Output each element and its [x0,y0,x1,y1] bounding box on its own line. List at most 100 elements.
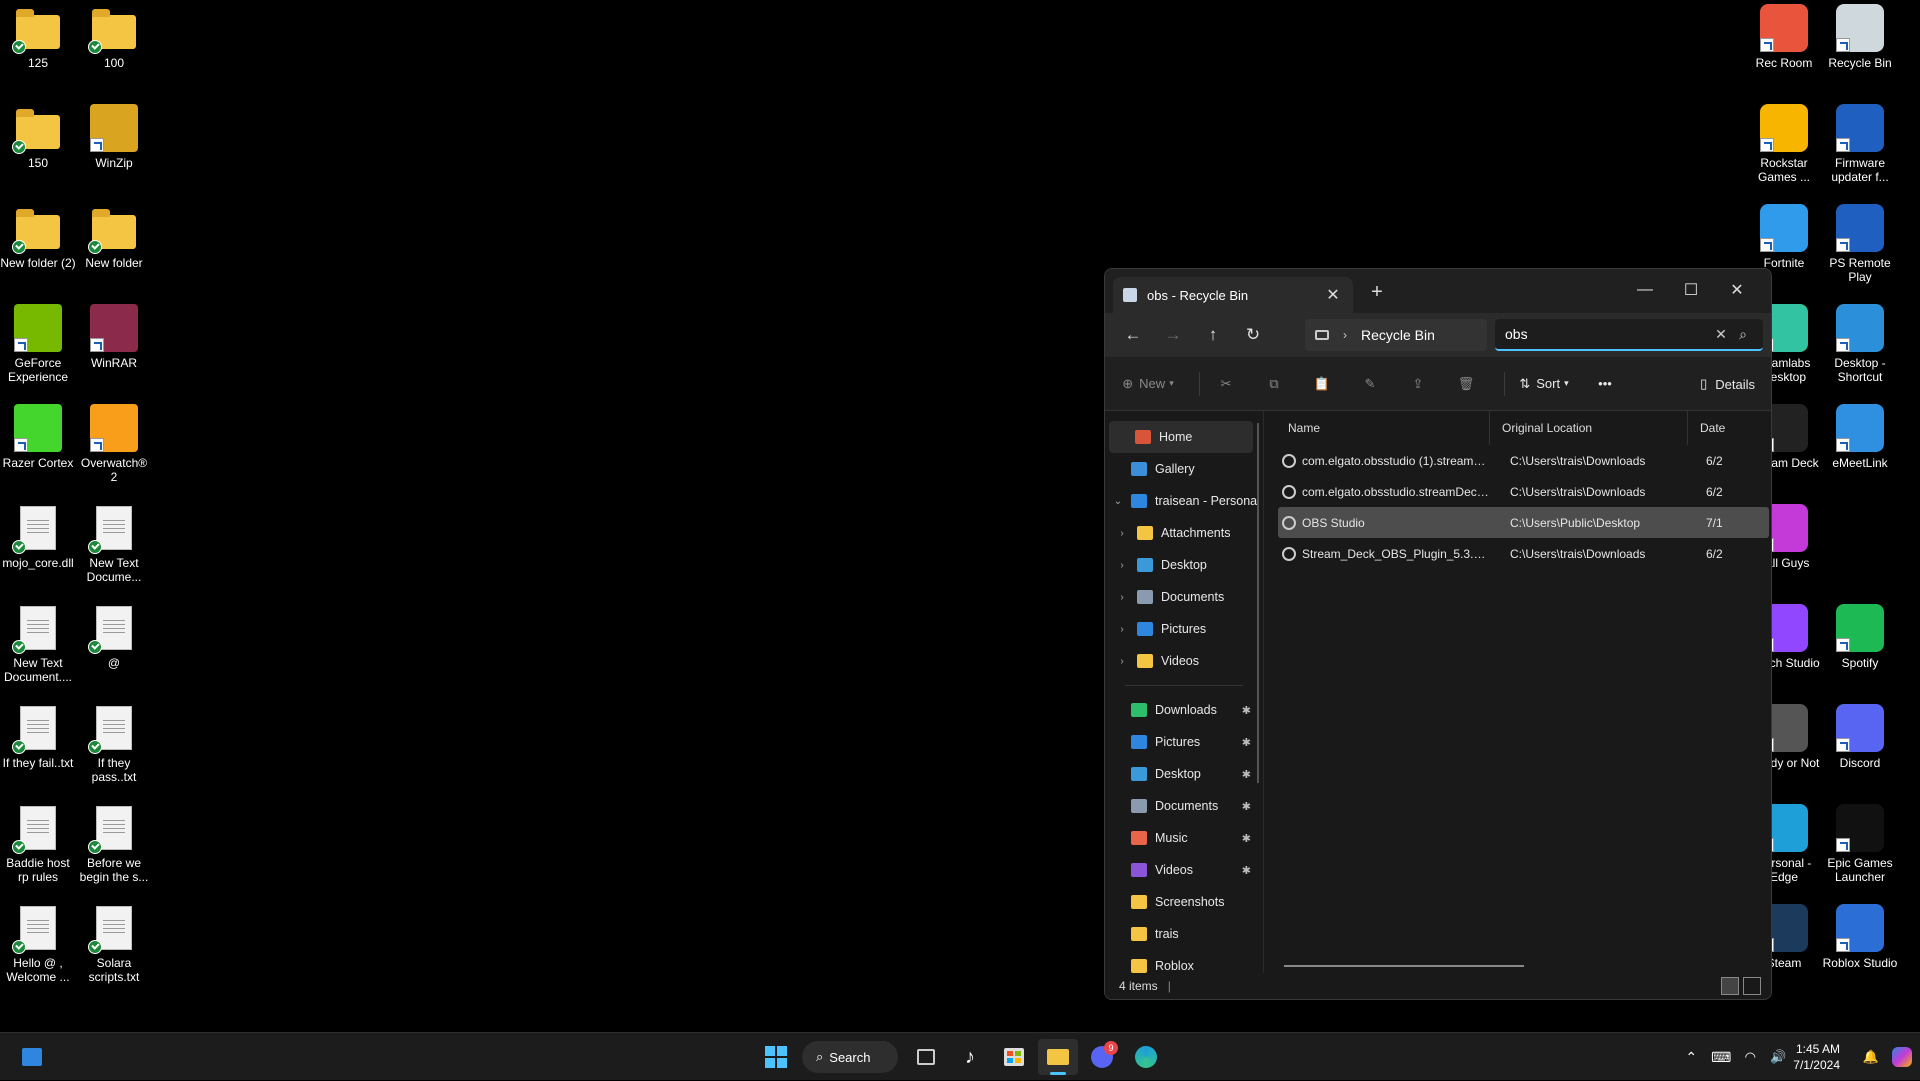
desktop-icon-item[interactable]: Solara scripts.txt [76,904,152,984]
desktop-icon-item[interactable]: WinRAR [76,304,152,370]
sidebar-item[interactable]: › Documents [1105,581,1263,613]
file-row[interactable]: com.elgato.obsstudio (1).streamDe... C:\U… [1278,445,1769,476]
paste-icon[interactable]: 📋 [1304,368,1340,400]
copy-icon[interactable]: ⧉ [1256,368,1292,400]
sidebar-item[interactable]: Desktop ✱ [1105,758,1263,790]
sidebar-item[interactable]: Downloads ✱ [1105,694,1263,726]
file-row[interactable]: com.elgato.obsstudio.streamDeck... C:\Use… [1278,476,1769,507]
notification-bell-icon[interactable]: 🔔 [1858,1049,1884,1065]
details-button[interactable]: ▯ Details [1700,368,1755,400]
desktop-icon-item[interactable]: Roblox Studio [1822,904,1898,970]
keyboard-icon[interactable]: ⌨ [1705,1049,1737,1066]
sidebar-item[interactable]: › Videos [1105,645,1263,677]
desktop-icon-item[interactable]: If they fail..txt [0,704,76,770]
desktop-icon-item[interactable]: Epic Games Launcher [1822,804,1898,884]
column-original-location[interactable]: Original Location [1492,411,1688,445]
sidebar-item[interactable]: › Attachments [1105,517,1263,549]
desktop-icon-item[interactable]: New Text Docume... [76,504,152,584]
chevron-right-icon[interactable]: › [1115,656,1129,667]
sidebar-item[interactable]: › Desktop [1105,549,1263,581]
file-row[interactable]: OBS Studio C:\Users\Public\Desktop 7/1 [1278,507,1769,538]
new-tab-button[interactable]: + [1365,281,1389,304]
new-button[interactable]: ⊕ New ▾ [1117,368,1179,400]
desktop-icon-item[interactable]: New Text Document.... [0,604,76,684]
chevron-right-icon[interactable]: › [1115,624,1129,635]
column-name[interactable]: Name [1278,411,1490,445]
desktop-icon-item[interactable]: Firmware updater f... [1822,104,1898,184]
details-view-icon[interactable] [1721,977,1739,995]
desktop-icon-item[interactable]: 150 [0,104,76,170]
chevron-down-icon[interactable]: ⌄ [1111,496,1125,507]
desktop-icon-item[interactable]: New folder [76,204,152,270]
close-tab-icon[interactable]: ✕ [1323,285,1343,305]
breadcrumb-recycle-bin[interactable]: Recycle Bin [1361,327,1435,343]
desktop-icon-item[interactable]: 125 [0,4,76,70]
sidebar-item[interactable]: Music ✱ [1105,822,1263,854]
volume-icon[interactable]: 🔊 [1763,1049,1793,1065]
desktop-icon-item[interactable]: Baddie host rp rules [0,804,76,884]
back-button[interactable]: ← [1113,319,1153,351]
maximize-button[interactable]: ☐ [1669,275,1713,305]
clear-search-icon[interactable]: ✕ [1709,326,1733,343]
chevron-right-icon[interactable]: › [1115,592,1129,603]
cut-icon[interactable]: ✂ [1208,368,1244,400]
sidebar-item[interactable]: ⌄ traisean - Persona [1105,485,1263,517]
wifi-icon[interactable]: ◠ [1737,1049,1763,1065]
close-window-button[interactable]: ✕ [1715,275,1759,305]
tiktok-icon[interactable]: ♪ [950,1039,990,1075]
column-date[interactable]: Date [1690,411,1730,445]
sidebar-item[interactable]: Pictures ✱ [1105,726,1263,758]
clock[interactable]: 1:45 AM 7/1/2024 [1793,1041,1840,1073]
sidebar-item[interactable]: Screenshots [1105,886,1263,918]
task-view-icon[interactable] [906,1039,946,1075]
desktop-icon-item[interactable]: @ [76,604,152,670]
tab-recycle-bin[interactable]: obs - Recycle Bin ✕ [1113,277,1353,313]
chevron-up-icon[interactable]: ⌃ [1677,1049,1705,1066]
sort-button[interactable]: ⇅ Sort ▾ [1513,368,1575,400]
widgets-icon[interactable] [12,1039,52,1075]
microsoft-store-icon[interactable] [994,1039,1034,1075]
up-button[interactable]: ↑ [1193,319,1233,351]
edge-taskbar-icon[interactable] [1126,1039,1166,1075]
desktop-icon-item[interactable]: Razer Cortex [0,404,76,470]
sidebar-item[interactable]: Roblox [1105,950,1263,973]
refresh-button[interactable]: ↻ [1233,319,1273,351]
sidebar-item[interactable]: trais [1105,918,1263,950]
desktop-icon-item[interactable]: WinZip [76,104,152,170]
file-row[interactable]: Stream_Deck_OBS_Plugin_5.3.2.35.... C:\Us… [1278,538,1769,569]
sidebar-item[interactable]: Videos ✱ [1105,854,1263,886]
minimize-button[interactable]: — [1623,275,1667,305]
desktop-icon-item[interactable]: 100 [76,4,152,70]
search-icon[interactable]: ⌕ [1733,326,1753,343]
discord-taskbar-icon[interactable]: 9 [1082,1039,1122,1075]
desktop-icon-item[interactable]: PS Remote Play [1822,204,1898,284]
desktop-icon-item[interactable]: Fortnite [1746,204,1822,270]
share-icon[interactable]: ⇪ [1400,368,1436,400]
forward-button[interactable]: → [1153,319,1193,351]
chevron-right-icon[interactable]: › [1115,560,1129,571]
desktop-icon-item[interactable]: Rec Room [1746,4,1822,70]
desktop-icon-item[interactable]: Desktop - Shortcut [1822,304,1898,384]
desktop-icon-item[interactable]: Rockstar Games ... [1746,104,1822,184]
desktop-icon-item[interactable]: New folder (2) [0,204,76,270]
desktop-icon-item[interactable]: GeForce Experience [0,304,76,384]
start-button[interactable] [756,1039,796,1075]
rename-icon[interactable]: ✎ [1352,368,1388,400]
desktop-icon-item[interactable]: Before we begin the s... [76,804,152,884]
desktop-icon-item[interactable]: Hello @ , Welcome ... [0,904,76,984]
sidebar-item[interactable]: › Pictures [1105,613,1263,645]
delete-icon[interactable]: 🗑 [1448,368,1484,400]
sidebar-scrollbar[interactable] [1257,423,1259,783]
desktop-icon-item[interactable]: mojo_core.dll [0,504,76,570]
chevron-right-icon[interactable]: › [1115,528,1129,539]
desktop-icon-item[interactable]: If they pass..txt [76,704,152,784]
address-bar[interactable]: › Recycle Bin [1305,319,1487,351]
desktop-icon-item[interactable]: Spotify [1822,604,1898,670]
sidebar-item[interactable]: Home [1109,421,1253,453]
copilot-icon[interactable] [1884,1047,1920,1067]
horizontal-scrollbar[interactable] [1284,965,1524,967]
desktop-icon-item[interactable]: eMeetLink [1822,404,1898,470]
desktop-icon-item[interactable]: Recycle Bin [1822,4,1898,70]
search-input[interactable]: obs ✕ ⌕ [1495,319,1763,351]
more-options-button[interactable]: ••• [1587,368,1623,400]
